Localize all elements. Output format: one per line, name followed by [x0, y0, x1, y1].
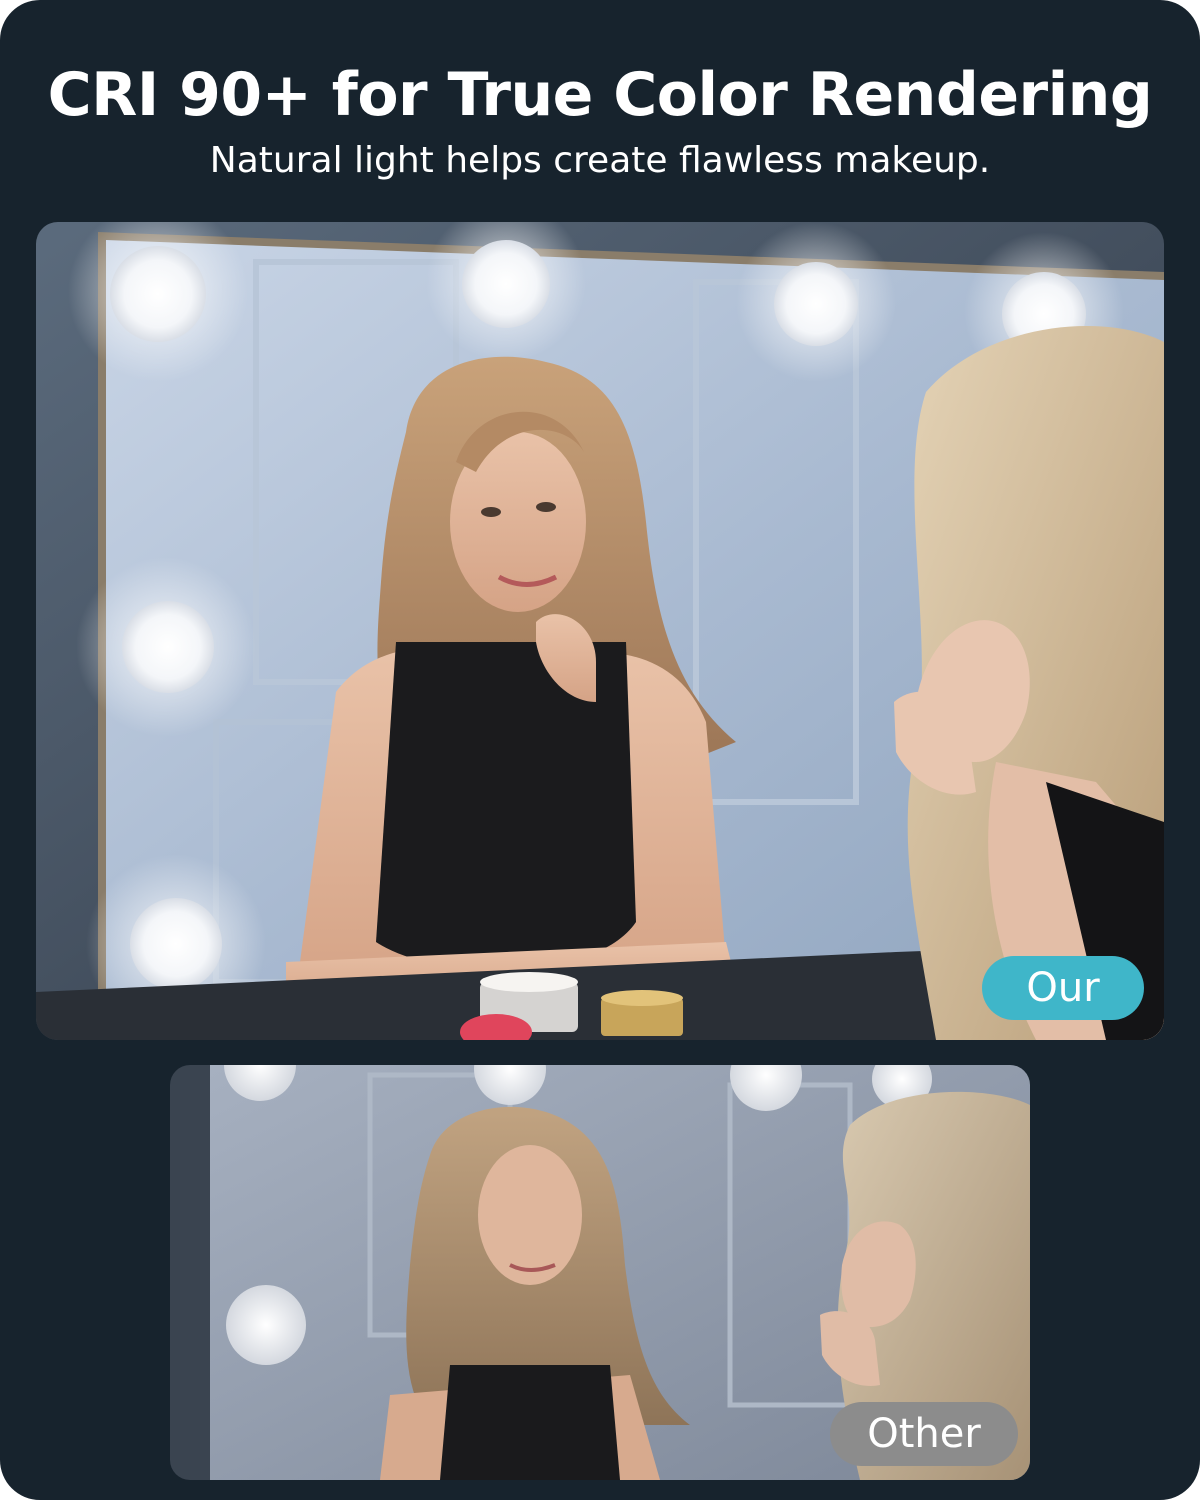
product-banner: CRI 90+ for True Color Rendering Natural…	[0, 0, 1200, 1500]
vanity-mirror-scene	[36, 222, 1164, 1040]
other-mirror-photo: Other	[170, 1065, 1030, 1480]
our-mirror-photo: Our	[36, 222, 1164, 1040]
headline: CRI 90+ for True Color Rendering	[47, 60, 1153, 130]
our-label-badge: Our	[982, 956, 1144, 1020]
subheadline: Natural light helps create flawless make…	[209, 140, 991, 181]
other-label-badge: Other	[830, 1402, 1018, 1466]
foreground-woman	[894, 326, 1164, 1040]
